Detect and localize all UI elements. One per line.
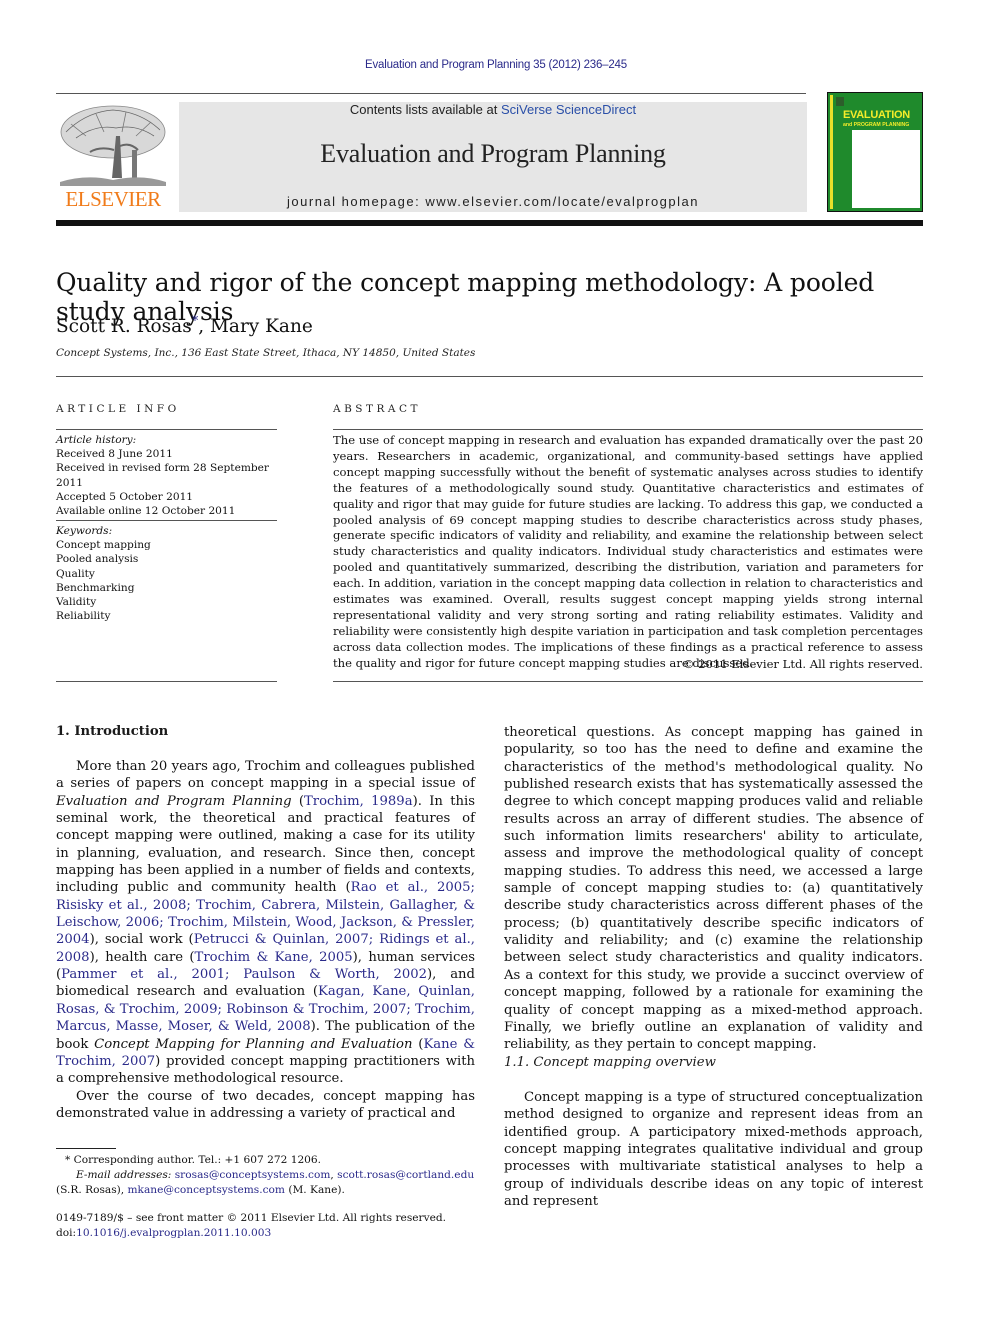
keywords-list: Keywords: Concept mapping Pooled analysi… [56, 524, 277, 623]
author-list: Scott R. Rosas*, Mary Kane [56, 314, 313, 337]
keyword: Pooled analysis [56, 553, 139, 566]
text-run: More than 20 years ago, Trochim and coll… [56, 759, 475, 792]
history-item: Available online 12 October 2011 [56, 505, 236, 518]
email-link[interactable]: srosas@conceptsystems.com [175, 1169, 331, 1181]
cover-panel [852, 130, 920, 208]
history-label: Article history: [56, 434, 137, 446]
footnote-text: Corresponding author. Tel.: +1 607 272 1… [70, 1154, 322, 1166]
contents-prefix: Contents lists available at [349, 102, 501, 117]
abstract-heading: ABSTRACT [333, 403, 422, 415]
article-history: Article history: Received 8 June 2011 Re… [56, 433, 296, 518]
author-name: Scott R. Rosas [56, 316, 192, 338]
keyword: Concept mapping [56, 539, 151, 552]
email-line: E-mail addresses: srosas@conceptsystems.… [56, 1168, 486, 1183]
journal-name-italic: Evaluation and Program Planning [56, 793, 292, 809]
text-run: ( [412, 1036, 424, 1052]
abstract-copyright: © 2011 Elsevier Ltd. All rights reserved… [682, 657, 923, 671]
abstract-text: The use of concept mapping in research a… [333, 433, 923, 670]
doi-link[interactable]: 10.1016/j.evalprogplan.2011.10.003 [76, 1227, 271, 1239]
journal-homepage[interactable]: journal homepage: www.elsevier.com/locat… [179, 194, 807, 209]
cover-publisher-icon [836, 97, 844, 106]
author-name: Mary Kane [209, 316, 313, 338]
footnote-rule [56, 1148, 116, 1149]
body-column-right-continued: Concept mapping is a type of structured … [504, 1089, 923, 1210]
divider [56, 520, 277, 521]
author-separator: , [198, 316, 210, 338]
text-run: ), health care ( [89, 949, 195, 965]
front-matter: 0149-7189/$ – see front matter © 2011 El… [56, 1211, 486, 1241]
history-item: Accepted 5 October 2011 [56, 490, 194, 503]
issn-line: 0149-7189/$ – see front matter © 2011 El… [56, 1212, 446, 1224]
citation-link[interactable]: Trochim & Kane, 2005 [195, 950, 353, 965]
email-owner: (M. Kane). [284, 1184, 345, 1197]
keyword: Validity [56, 596, 97, 609]
header-rule [56, 93, 806, 94]
body-column-right: theoretical questions. As concept mappin… [504, 724, 923, 1054]
text-run: ), social work ( [89, 932, 194, 948]
contents-availability: Contents lists available at SciVerse Sci… [179, 102, 807, 117]
keyword: Quality [56, 567, 95, 580]
divider [333, 681, 923, 682]
text-run: ( [291, 793, 304, 809]
paragraph: Over the course of two decades, concept … [56, 1088, 475, 1121]
elsevier-logo: ELSEVIER [56, 102, 170, 212]
cover-stripe [830, 95, 833, 209]
keywords-label: Keywords: [56, 525, 113, 537]
corresponding-author-note: * Corresponding author. Tel.: +1 607 272… [56, 1153, 486, 1168]
keyword: Benchmarking [56, 581, 135, 594]
divider [56, 376, 923, 377]
history-item: Received 8 June 2011 [56, 448, 173, 461]
paragraph: More than 20 years ago, Trochim and coll… [56, 758, 475, 1088]
email-label: E-mail addresses: [76, 1169, 172, 1182]
keyword: Reliability [56, 610, 111, 623]
subsection-heading: 1.1. Concept mapping overview [504, 1055, 716, 1070]
journal-citation-link[interactable]: Evaluation and Program Planning 35 (2012… [0, 59, 992, 71]
email-line: (S.R. Rosas), mkane@conceptsystems.com (… [56, 1183, 486, 1198]
cover-title: EVALUATION [843, 109, 910, 121]
journal-masthead: Contents lists available at SciVerse Sci… [179, 102, 807, 212]
email-link[interactable]: mkane@conceptsystems.com [128, 1184, 285, 1196]
footnotes: * Corresponding author. Tel.: +1 607 272… [56, 1153, 486, 1199]
book-title-italic: Concept Mapping for Planning and Evaluat… [94, 1036, 413, 1052]
article-info-heading: ARTICLE INFO [56, 403, 180, 415]
citation-link[interactable]: Pammer et al., 2001; Paulson & Worth, 20… [61, 967, 427, 982]
journal-cover-image: EVALUATION and PROGRAM PLANNING [827, 92, 923, 212]
divider [56, 681, 277, 682]
elsevier-wordmark: ELSEVIER [65, 187, 161, 211]
divider [333, 429, 923, 430]
section-heading-introduction: 1. Introduction [56, 724, 169, 739]
body-column-left: More than 20 years ago, Trochim and coll… [56, 758, 475, 1122]
doi-prefix: doi: [56, 1227, 77, 1240]
paragraph: Concept mapping is a type of structured … [504, 1090, 923, 1210]
tree-icon [60, 105, 166, 186]
journal-title: Evaluation and Program Planning [320, 139, 666, 168]
doi-line: doi:10.1016/j.evalprogplan.2011.10.003 [56, 1226, 486, 1241]
affiliation: Concept Systems, Inc., 136 East State St… [56, 347, 476, 359]
sciencedirect-link[interactable]: SciVerse ScienceDirect [501, 102, 636, 117]
history-item: Received in revised form 28 September 20… [56, 462, 269, 489]
cover-subtitle: and PROGRAM PLANNING [843, 122, 910, 128]
paragraph: theoretical questions. As concept mappin… [504, 725, 923, 1053]
header-thick-rule [56, 220, 923, 226]
email-owner: (S.R. Rosas), [56, 1184, 128, 1197]
citation-link[interactable]: Trochim, 1989a [304, 794, 413, 809]
email-link[interactable]: scott.rosas@cortland.edu [337, 1169, 474, 1181]
divider [56, 429, 277, 430]
